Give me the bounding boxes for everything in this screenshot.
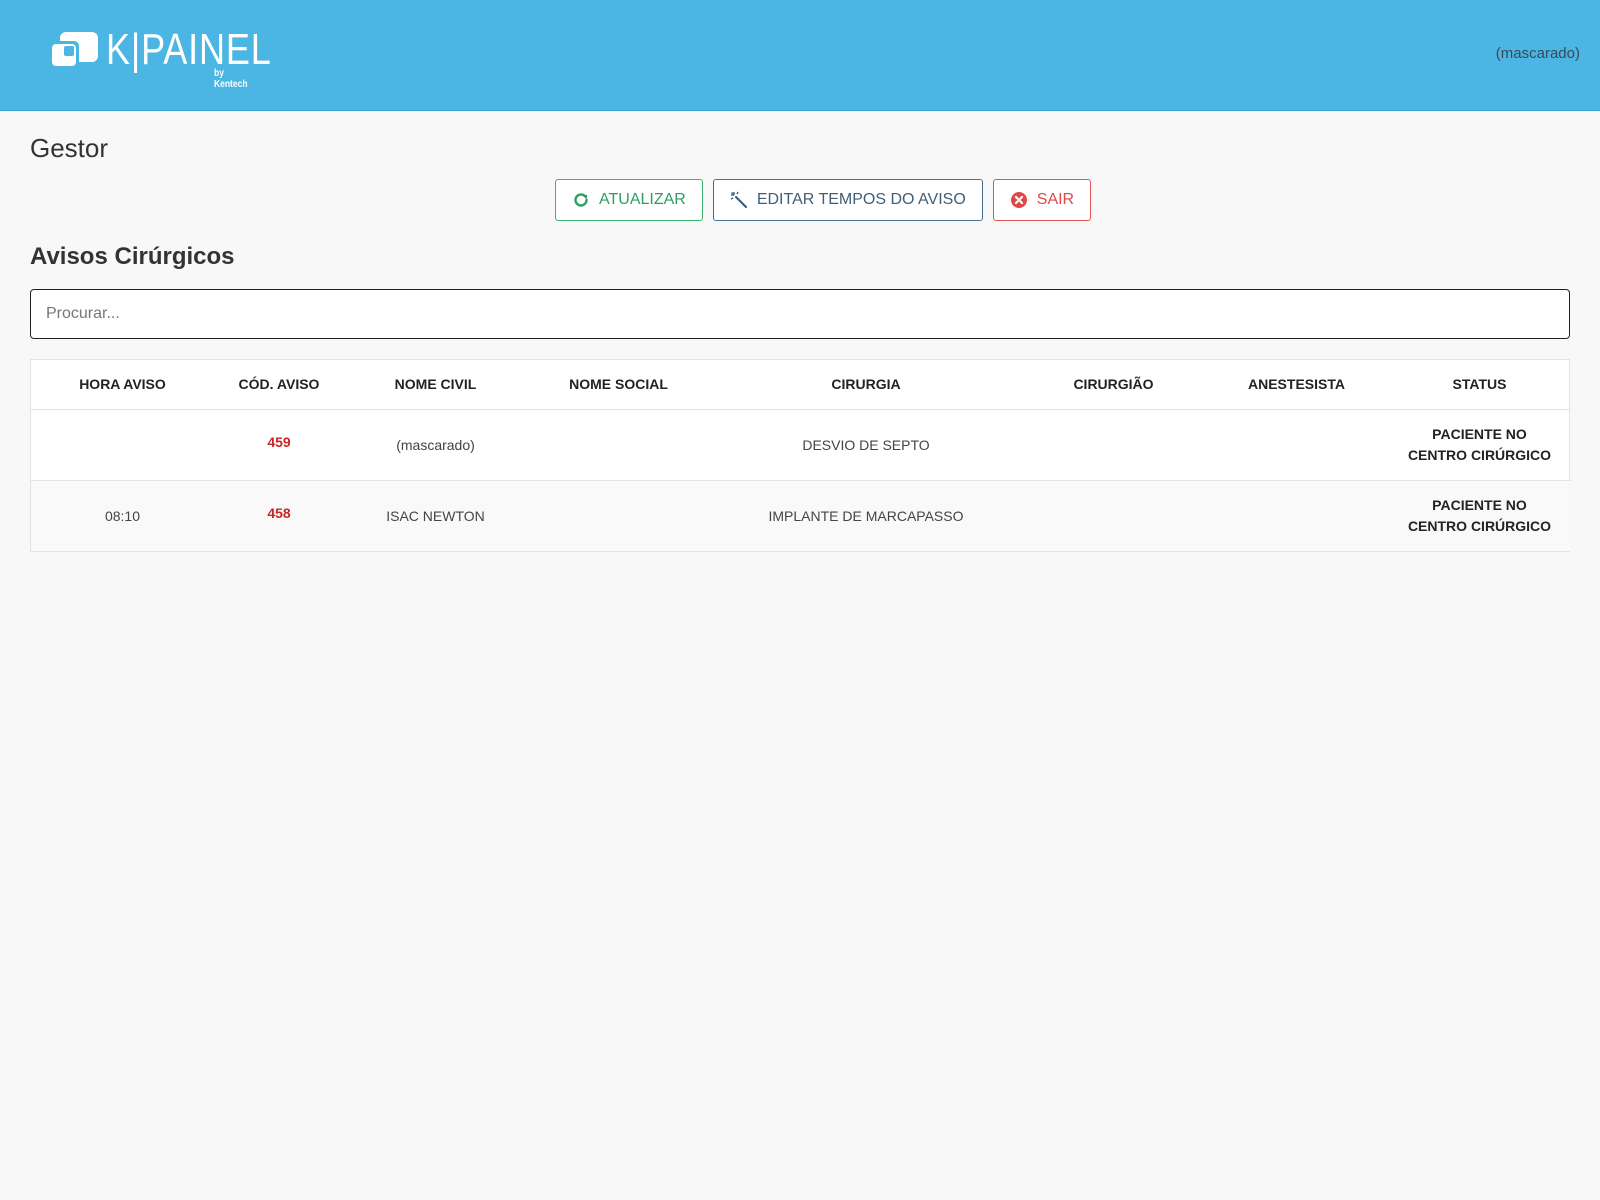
column-header-hora-aviso[interactable]: HORA AVISO <box>31 360 214 410</box>
action-bar: ATUALIZAR EDITAR TEMPOS DO AVISO SAIR <box>555 179 1092 221</box>
column-header-status[interactable]: STATUS <box>1388 360 1571 410</box>
column-header-nome-civil[interactable]: NOME CIVIL <box>344 360 527 410</box>
magic-wand-icon <box>730 191 747 209</box>
table-row[interactable]: 459 (mascarado) DESVIO DE SEPTO PACIENTE… <box>31 409 1571 481</box>
column-header-cod-aviso[interactable]: CÓD. AVISO <box>214 360 344 410</box>
cell-status: PACIENTE NO CENTRO CIRÚRGICO <box>1388 409 1571 481</box>
cell-anestesista <box>1205 409 1388 481</box>
column-header-cirurgiao[interactable]: CIRURGIÃO <box>1022 360 1205 410</box>
exit-label: SAIR <box>1036 191 1075 208</box>
column-header-nome-social[interactable]: NOME SOCIAL <box>527 360 710 410</box>
edit-times-button[interactable]: EDITAR TEMPOS DO AVISO <box>712 179 983 221</box>
chat-bubbles-icon <box>49 32 98 69</box>
table-row[interactable]: 08:10 458 ISAC NEWTON IMPLANTE DE MARCAP… <box>31 480 1571 551</box>
cell-cirurgiao <box>1022 480 1205 551</box>
cell-hora-aviso: 08:10 <box>31 480 214 551</box>
cell-nome-civil: ISAC NEWTON <box>344 480 527 551</box>
refresh-icon <box>574 193 588 207</box>
user-name[interactable]: (mascarado) <box>1496 45 1580 62</box>
cell-cirurgia: DESVIO DE SEPTO <box>710 409 1022 481</box>
edit-times-label: EDITAR TEMPOS DO AVISO <box>756 191 966 208</box>
cell-cod-aviso: 459 <box>214 409 344 481</box>
search-input[interactable] <box>30 289 1570 339</box>
cell-cod-aviso: 458 <box>214 480 344 551</box>
column-header-anestesista[interactable]: ANESTESISTA <box>1205 360 1388 410</box>
close-circle-icon <box>1010 192 1027 208</box>
kpainel-logo[interactable]: K|PAINEL by Kentech <box>48 28 271 90</box>
cell-cirurgia: IMPLANTE DE MARCAPASSO <box>710 480 1022 551</box>
top-bar: K|PAINEL by Kentech (mascarado) <box>0 0 1600 111</box>
cell-cirurgiao <box>1022 409 1205 481</box>
cell-anestesista <box>1205 480 1388 551</box>
cell-nome-social <box>527 409 710 481</box>
cell-nome-social <box>527 480 710 551</box>
logo-subtitle: by Kentech <box>214 68 248 90</box>
refresh-button[interactable]: ATUALIZAR <box>555 179 703 221</box>
avisos-table: HORA AVISO CÓD. AVISO NOME CIVIL NOME SO… <box>30 359 1571 552</box>
table-header-row: HORA AVISO CÓD. AVISO NOME CIVIL NOME SO… <box>31 360 1571 410</box>
page-title: Gestor <box>30 133 109 163</box>
section-title: Avisos Cirúrgicos <box>30 243 235 270</box>
cell-hora-aviso <box>31 409 214 481</box>
column-header-cirurgia[interactable]: CIRURGIA <box>710 360 1022 410</box>
refresh-label: ATUALIZAR <box>599 191 686 208</box>
cell-status: PACIENTE NO CENTRO CIRÚRGICO <box>1388 480 1571 551</box>
cell-nome-civil: (mascarado) <box>344 409 527 481</box>
exit-button[interactable]: SAIR <box>992 179 1092 221</box>
logo-text: K|PAINEL <box>106 25 272 74</box>
